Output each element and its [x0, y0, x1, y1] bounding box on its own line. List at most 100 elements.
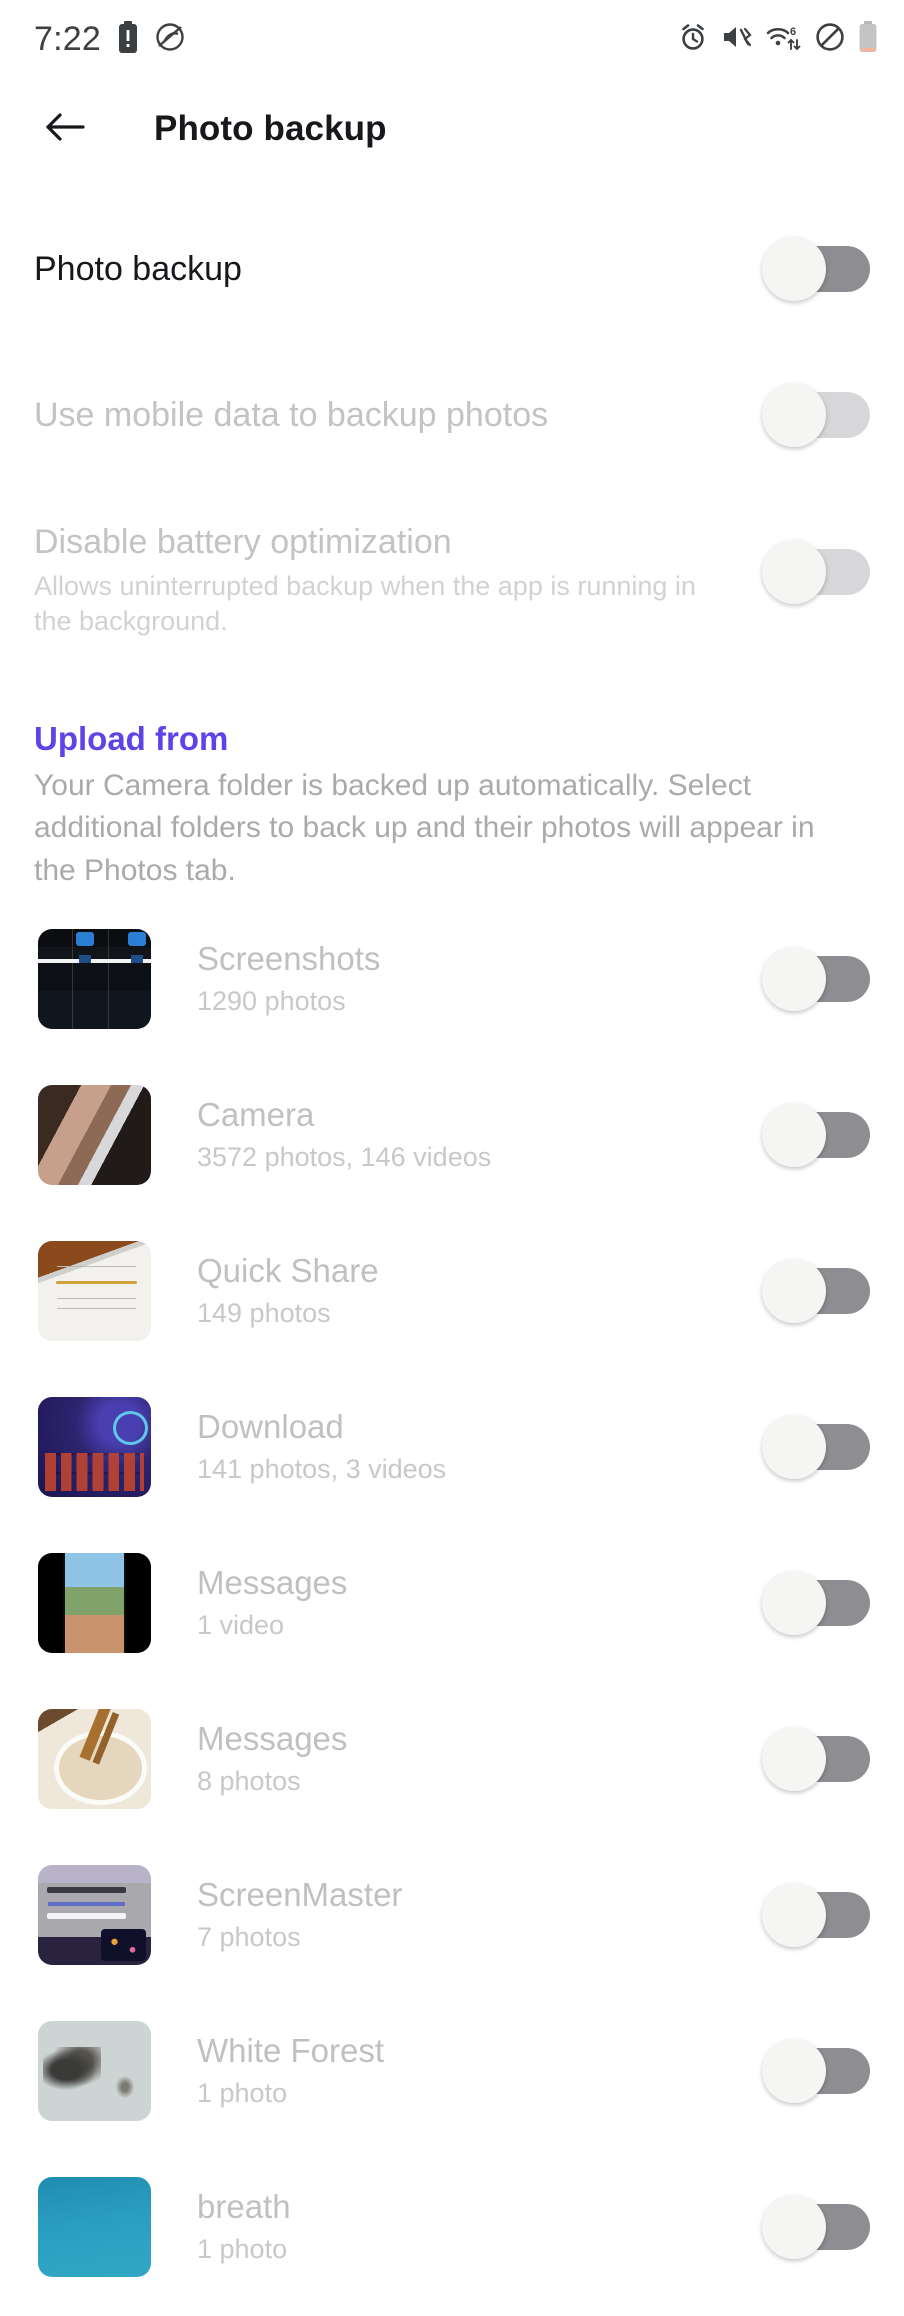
folder-count: 3572 photos, 146 videos: [197, 1142, 492, 1173]
folder-row-breath[interactable]: breath 1 photo: [38, 2176, 870, 2277]
folder-texts: breath 1 photo: [151, 2188, 762, 2266]
toggle-photo-backup[interactable]: [762, 237, 870, 301]
setting-texts: Use mobile data to backup photos: [34, 395, 762, 436]
alarm-icon: [678, 22, 708, 57]
toggle-folder-download[interactable]: [762, 1414, 870, 1479]
folder-thumbnail: [38, 1084, 151, 1185]
toggle-thumb: [762, 1882, 826, 1947]
list-divider-space: [38, 2121, 870, 2177]
toggle-folder-quick-share[interactable]: [762, 1258, 870, 1323]
vibrate-off-icon: [721, 22, 753, 57]
list-divider-space: [38, 1497, 870, 1553]
toggle-folder-screenshots[interactable]: [762, 946, 870, 1011]
toggle-battery-optimization[interactable]: [762, 540, 870, 604]
toggle-folder-breath[interactable]: [762, 2194, 870, 2259]
setting-texts: Photo backup: [34, 249, 762, 290]
setting-texts: Disable battery optimization Allows unin…: [34, 522, 762, 640]
folder-count: 141 photos, 3 videos: [197, 1454, 447, 1485]
do-not-disturb-icon: [815, 22, 845, 57]
toggle-thumb: [762, 2194, 826, 2259]
toggle-folder-screenmaster[interactable]: [762, 1882, 870, 1947]
battery-alert-icon: [117, 20, 139, 58]
folder-thumbnail: [38, 1552, 151, 1653]
page-title: Photo backup: [154, 109, 387, 148]
list-divider-space: [38, 2277, 870, 2316]
folder-name: Messages: [197, 1719, 348, 1757]
toggle-thumb: [762, 383, 826, 447]
list-divider-space: [38, 1185, 870, 1241]
folder-texts: White Forest 1 photo: [151, 2032, 762, 2110]
status-clock: 7:22: [34, 19, 101, 58]
toggle-mobile-data[interactable]: [762, 383, 870, 447]
toggle-folder-messages-video[interactable]: [762, 1570, 870, 1635]
toggle-thumb: [762, 540, 826, 604]
arrow-left-icon: [43, 107, 87, 152]
back-button[interactable]: [34, 98, 96, 160]
svg-text:6: 6: [790, 26, 796, 38]
folder-count: 8 photos: [197, 1766, 301, 1797]
folder-row-screenmaster[interactable]: ScreenMaster 7 photos: [38, 1864, 870, 1965]
folder-row-quick-share[interactable]: Quick Share 149 photos: [38, 1240, 870, 1341]
upload-from-section: Upload from Your Camera folder is backed…: [0, 718, 904, 893]
folder-count: 1290 photos: [197, 986, 346, 1017]
folder-name: Messages: [197, 1563, 348, 1601]
toggle-thumb: [762, 1570, 826, 1635]
folder-count: 1 photo: [197, 2078, 288, 2109]
setting-title: Disable battery optimization: [34, 523, 452, 561]
status-bar-left: 7:22: [34, 20, 185, 59]
toggle-thumb: [762, 237, 826, 301]
setting-subtitle: Allows uninterrupted backup when the app…: [34, 570, 696, 637]
folder-thumbnail: [38, 1396, 151, 1497]
folder-texts: Messages 1 video: [151, 1564, 762, 1642]
list-divider-space: [38, 1029, 870, 1085]
folder-texts: Camera 3572 photos, 146 videos: [151, 1096, 762, 1174]
folder-count: 7 photos: [197, 1922, 301, 1953]
toggle-folder-messages-photos[interactable]: [762, 1726, 870, 1791]
folder-row-white-forest[interactable]: White Forest 1 photo: [38, 2020, 870, 2121]
list-divider-space: [38, 1341, 870, 1397]
folder-texts: Screenshots 1290 photos: [151, 940, 762, 1018]
settings-list: Photo backup Use mobile data to backup p…: [0, 216, 904, 666]
upload-from-description: Your Camera folder is backed up automati…: [34, 768, 815, 888]
list-divider-space: [38, 1965, 870, 2021]
status-bar-right: 6: [678, 20, 878, 58]
folder-row-download[interactable]: Download 141 photos, 3 videos: [38, 1396, 870, 1497]
setting-title: Photo backup: [34, 249, 242, 288]
upload-from-heading: Upload from: [34, 720, 229, 757]
toggle-folder-camera[interactable]: [762, 1102, 870, 1167]
battery-icon: [858, 20, 878, 58]
toggle-thumb: [762, 946, 826, 1011]
folder-row-messages-photos[interactable]: Messages 8 photos: [38, 1708, 870, 1809]
folder-name: ScreenMaster: [197, 1875, 403, 1913]
folder-row-messages-video[interactable]: Messages 1 video: [38, 1552, 870, 1653]
folder-texts: ScreenMaster 7 photos: [151, 1876, 762, 1954]
folder-thumbnail: [38, 1708, 151, 1809]
folder-thumbnail: [38, 1240, 151, 1341]
folder-thumbnail: [38, 928, 151, 1029]
setting-row-photo-backup[interactable]: Photo backup: [34, 216, 870, 322]
folder-row-screenshots[interactable]: Screenshots 1290 photos: [38, 928, 870, 1029]
folder-texts: Quick Share 149 photos: [151, 1252, 762, 1330]
folder-name: White Forest: [197, 2031, 385, 2069]
folder-name: breath: [197, 2187, 291, 2225]
folder-list: Screenshots 1290 photos Camera 3572 phot…: [0, 928, 904, 2316]
compass-slash-icon: [155, 22, 185, 57]
toggle-thumb: [762, 1726, 826, 1791]
folder-thumbnail: [38, 2176, 151, 2277]
folder-row-camera[interactable]: Camera 3572 photos, 146 videos: [38, 1084, 870, 1185]
toggle-thumb: [762, 2038, 826, 2103]
toggle-folder-white-forest[interactable]: [762, 2038, 870, 2103]
folder-texts: Messages 8 photos: [151, 1720, 762, 1798]
folder-name: Camera: [197, 1095, 315, 1133]
folder-name: Quick Share: [197, 1251, 379, 1289]
list-divider-space: [38, 1809, 870, 1865]
setting-row-battery-optimization[interactable]: Disable battery optimization Allows unin…: [34, 506, 870, 666]
folder-count: 149 photos: [197, 1298, 331, 1329]
toggle-thumb: [762, 1258, 826, 1323]
wifi-6-icon: 6: [766, 22, 802, 57]
toggle-thumb: [762, 1414, 826, 1479]
status-bar: 7:22 6: [0, 0, 904, 78]
setting-row-mobile-data[interactable]: Use mobile data to backup photos: [34, 362, 870, 468]
toggle-thumb: [762, 1102, 826, 1167]
folder-count: 1 video: [197, 1610, 285, 1641]
